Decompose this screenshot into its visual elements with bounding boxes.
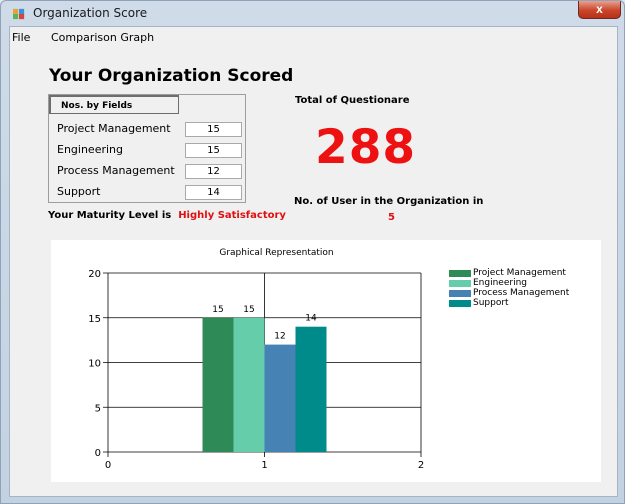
bar-data-label: 15 — [243, 305, 254, 315]
app-icon — [13, 8, 25, 20]
page-title: Your Organization Scored — [49, 66, 294, 86]
x-tick-label: 0 — [105, 460, 111, 471]
bar-engineering — [233, 317, 265, 452]
fields-header-label: Nos. by Fields — [61, 101, 133, 111]
legend-swatch — [449, 290, 471, 297]
form-client-area: File Comparison Graph Your Organization … — [9, 26, 618, 497]
fields-group: Nos. by Fields Project Management 15 Eng… — [48, 94, 246, 203]
menu-bar: File Comparison Graph — [10, 27, 617, 47]
field-label-support: Support — [57, 185, 101, 198]
legend-swatch — [449, 280, 471, 287]
bar-project-management — [202, 317, 234, 452]
bar-support — [295, 326, 327, 452]
y-tick-label: 0 — [95, 448, 101, 459]
maturity-label: Your Maturity Level is — [48, 210, 172, 221]
total-value: 288 — [315, 120, 417, 175]
bar-data-label: 15 — [212, 305, 223, 315]
legend-label: Project Management — [473, 268, 566, 278]
users-label: No. of User in the Organization in — [294, 196, 484, 207]
total-label: Total of Questionare — [295, 95, 410, 106]
close-button[interactable]: x — [578, 1, 621, 19]
field-value-support[interactable]: 14 — [185, 185, 242, 200]
legend-swatch — [449, 300, 471, 307]
field-label-engineering: Engineering — [57, 143, 123, 156]
fields-header: Nos. by Fields — [49, 95, 179, 114]
window-title: Organization Score — [33, 6, 148, 20]
x-tick-label: 1 — [261, 460, 267, 471]
x-tick-label: 2 — [418, 460, 424, 471]
chart-title: Graphical Representation — [219, 248, 333, 258]
legend-label: Engineering — [473, 278, 527, 288]
y-tick-label: 5 — [95, 403, 101, 414]
field-value-process-management[interactable]: 12 — [185, 164, 242, 179]
field-label-process-management: Process Management — [57, 164, 175, 177]
bar-data-label: 14 — [305, 314, 317, 324]
app-window: Organization Score x File Comparison Gra… — [0, 0, 625, 504]
legend-label: Process Management — [473, 288, 570, 298]
menu-comparison-graph[interactable]: Comparison Graph — [51, 31, 154, 44]
chart-panel: Graphical Representation 0 5 10 15 20 0 1 2 15 15 1… — [51, 240, 601, 482]
bar-data-label: 12 — [274, 332, 285, 342]
field-label-project-management: Project Management — [57, 122, 171, 135]
field-value-project-management[interactable]: 15 — [185, 122, 242, 137]
y-tick-label: 10 — [88, 359, 101, 370]
field-value-engineering[interactable]: 15 — [185, 143, 242, 158]
y-tick-label: 20 — [88, 269, 101, 280]
users-value: 5 — [388, 212, 395, 223]
legend-label: Support — [473, 298, 509, 308]
legend-swatch — [449, 270, 471, 277]
maturity-value: Highly Satisfactory — [178, 210, 286, 221]
maturity-level: Your Maturity Level is Highly Satisfacto… — [48, 210, 286, 221]
menu-file[interactable]: File — [12, 31, 30, 44]
y-tick-label: 15 — [88, 314, 101, 325]
bar-process-management — [264, 344, 296, 452]
title-bar[interactable]: Organization Score x — [1, 1, 624, 23]
